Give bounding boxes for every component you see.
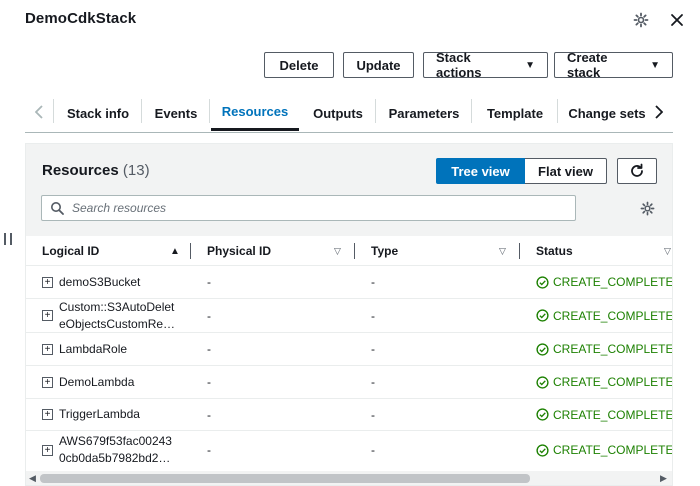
- expand-icon[interactable]: +: [42, 376, 53, 388]
- scroll-right-icon[interactable]: ▶: [660, 473, 667, 484]
- table-row[interactable]: + LambdaRole - - CREATE_COMPLETE: [26, 333, 672, 366]
- physical-id: -: [207, 407, 211, 422]
- drag-handle-icon[interactable]: [4, 233, 12, 245]
- physical-id: -: [207, 275, 211, 289]
- status-text: CREATE_COMPLETE: [553, 275, 672, 289]
- table-row[interactable]: + TriggerLambda - - CREATE_COMPLETE: [26, 399, 672, 431]
- logical-id: demoS3Bucket: [59, 274, 141, 289]
- logical-id: DemoLambda: [59, 374, 135, 389]
- sort-icon[interactable]: ▽: [334, 236, 341, 266]
- view-toggle: Tree view Flat view: [436, 158, 607, 184]
- caret-down-icon: ▼: [650, 59, 660, 71]
- logical-id-line1: Custom::S3AutoDelet: [59, 299, 175, 314]
- tab-stack-info[interactable]: Stack info: [55, 95, 141, 131]
- success-icon: [536, 309, 549, 322]
- table-row[interactable]: + Custom::S3AutoDelet eObjectsCustomRe… - …: [26, 299, 672, 333]
- success-icon: [536, 275, 549, 289]
- panel-title: DemoCdkStack: [25, 10, 137, 27]
- success-icon: [536, 408, 549, 421]
- refresh-icon: [631, 163, 643, 177]
- sort-icon[interactable]: ▽: [664, 236, 671, 266]
- resource-type: -: [371, 443, 375, 457]
- logical-id-line1: AWS679f53fac00243: [59, 434, 172, 448]
- expand-icon[interactable]: +: [42, 343, 53, 355]
- table-row[interactable]: + demoS3Bucket - - CREATE_COMPLETE: [26, 266, 672, 299]
- tab-bar: Stack info Events Resources Outputs Para…: [25, 95, 673, 133]
- preferences-icon[interactable]: [638, 199, 656, 217]
- logical-id-line2: 0cb0da5b7982bd2…: [59, 451, 171, 465]
- column-type[interactable]: Type: [371, 236, 398, 266]
- stack-actions-label: Stack actions: [436, 50, 482, 80]
- horizontal-scrollbar[interactable]: ◀ ▶: [26, 472, 672, 485]
- physical-id: -: [207, 375, 211, 389]
- table-row[interactable]: + DemoLambda - - CREATE_COMPLETE: [26, 366, 672, 399]
- scroll-left-icon[interactable]: ◀: [29, 473, 36, 484]
- search-box: [41, 195, 576, 221]
- tab-outputs[interactable]: Outputs: [301, 95, 375, 131]
- sort-ascending-icon[interactable]: ▲: [170, 236, 180, 266]
- sort-icon[interactable]: ▽: [499, 236, 506, 266]
- resource-type: -: [371, 375, 375, 389]
- scrollbar-thumb[interactable]: [40, 474, 530, 483]
- chevron-right-icon[interactable]: [651, 99, 667, 125]
- physical-id: -: [207, 308, 211, 323]
- success-icon: [536, 443, 549, 457]
- expand-icon[interactable]: +: [42, 276, 53, 288]
- delete-button-label: Delete: [279, 57, 319, 73]
- settings-icon[interactable]: [632, 11, 650, 29]
- physical-id: -: [207, 342, 211, 356]
- logical-id-line2: eObjectsCustomRe…: [59, 316, 176, 331]
- resource-type: -: [371, 407, 375, 422]
- stack-actions-button[interactable]: Stack actions ▼: [423, 50, 548, 80]
- chevron-left-icon[interactable]: [31, 99, 47, 125]
- expand-icon[interactable]: +: [42, 444, 53, 456]
- resource-type: -: [371, 342, 375, 356]
- column-logical-id[interactable]: Logical ID: [42, 236, 99, 266]
- table-header: Logical ID ▲ Physical ID ▽ Type ▽ Status…: [26, 236, 672, 266]
- resource-type: -: [371, 275, 375, 289]
- tab-template[interactable]: Template: [473, 95, 557, 131]
- expand-icon[interactable]: +: [42, 409, 53, 420]
- delete-button[interactable]: Delete: [264, 52, 334, 78]
- tab-resources[interactable]: Resources: [211, 95, 299, 131]
- search-icon: [51, 202, 64, 215]
- tab-change-sets[interactable]: Change sets: [559, 95, 655, 131]
- resources-container: Resources (13) Tree view Flat view Logic…: [25, 143, 673, 486]
- refresh-button[interactable]: [617, 158, 657, 184]
- status-text: CREATE_COMPLETE: [553, 308, 672, 323]
- search-input[interactable]: [72, 201, 562, 215]
- close-icon[interactable]: [668, 11, 686, 29]
- tree-view-button[interactable]: Tree view: [436, 158, 525, 184]
- tab-events[interactable]: Events: [143, 95, 209, 131]
- update-button[interactable]: Update: [343, 52, 414, 78]
- status-text: CREATE_COMPLETE: [553, 342, 672, 356]
- create-stack-button[interactable]: Create stack ▼: [554, 50, 673, 80]
- tab-parameters[interactable]: Parameters: [377, 95, 471, 131]
- column-physical-id[interactable]: Physical ID: [207, 236, 271, 266]
- table-row[interactable]: + AWS679f53fac00243 0cb0da5b7982bd2… - - C…: [26, 431, 672, 469]
- resources-heading: Resources (13): [42, 162, 150, 179]
- resources-table: Logical ID ▲ Physical ID ▽ Type ▽ Status…: [26, 236, 672, 471]
- status-text: CREATE_COMPLETE: [553, 407, 672, 422]
- update-button-label: Update: [356, 57, 401, 73]
- caret-down-icon: ▼: [525, 59, 535, 71]
- logical-id: LambdaRole: [59, 341, 128, 356]
- create-stack-label: Create stack: [567, 50, 608, 80]
- column-status[interactable]: Status: [536, 236, 573, 266]
- logical-id: TriggerLambda: [59, 407, 140, 421]
- resources-title: Resources: [42, 162, 119, 179]
- physical-id: -: [207, 443, 211, 457]
- resource-type: -: [371, 308, 375, 323]
- expand-icon[interactable]: +: [42, 310, 53, 321]
- resources-count: (13): [122, 162, 150, 179]
- status-text: CREATE_COMPLETE: [553, 375, 672, 389]
- success-icon: [536, 342, 549, 356]
- success-icon: [536, 375, 549, 389]
- status-text: CREATE_COMPLETE: [553, 443, 672, 457]
- flat-view-button[interactable]: Flat view: [525, 158, 607, 184]
